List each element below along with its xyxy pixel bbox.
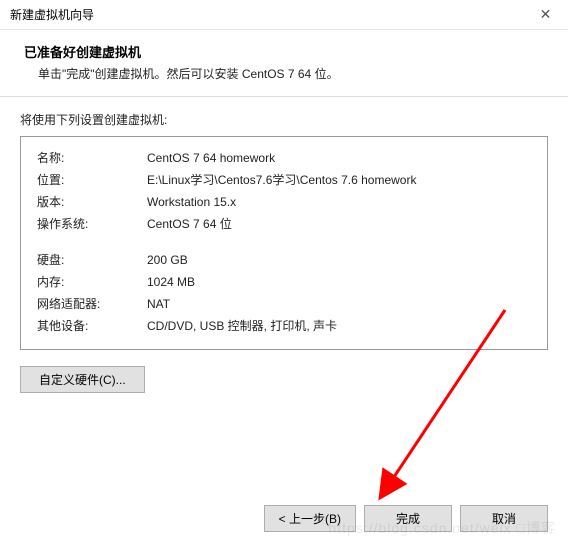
summary-label: 硬盘: xyxy=(37,249,147,271)
summary-value: 1024 MB xyxy=(147,271,531,293)
summary-box: 名称: CentOS 7 64 homework 位置: E:\Linux学习\… xyxy=(20,136,548,350)
wizard-body: 将使用下列设置创建虚拟机: 名称: CentOS 7 64 homework 位… xyxy=(0,97,568,403)
wizard-header: 已准备好创建虚拟机 单击"完成"创建虚拟机。然后可以安装 CentOS 7 64… xyxy=(0,30,568,97)
wizard-footer: < 上一步(B) 完成 取消 xyxy=(0,491,568,546)
summary-label: 名称: xyxy=(37,147,147,169)
back-button[interactable]: < 上一步(B) xyxy=(264,505,356,532)
customize-hardware-button[interactable]: 自定义硬件(C)... xyxy=(20,366,145,393)
section-label: 将使用下列设置创建虚拟机: xyxy=(20,111,548,128)
summary-row: 位置: E:\Linux学习\Centos7.6学习\Centos 7.6 ho… xyxy=(37,169,531,191)
summary-value: Workstation 15.x xyxy=(147,191,531,213)
summary-row: 内存: 1024 MB xyxy=(37,271,531,293)
header-title: 已准备好创建虚拟机 xyxy=(24,42,544,61)
summary-value: 200 GB xyxy=(147,249,531,271)
summary-value: E:\Linux学习\Centos7.6学习\Centos 7.6 homewo… xyxy=(147,169,531,191)
summary-value: CD/DVD, USB 控制器, 打印机, 声卡 xyxy=(147,315,531,337)
summary-value: CentOS 7 64 位 xyxy=(147,213,531,235)
header-subtitle: 单击"完成"创建虚拟机。然后可以安装 CentOS 7 64 位。 xyxy=(24,65,544,82)
summary-row: 硬盘: 200 GB xyxy=(37,249,531,271)
summary-row: 网络适配器: NAT xyxy=(37,293,531,315)
summary-row: 其他设备: CD/DVD, USB 控制器, 打印机, 声卡 xyxy=(37,315,531,337)
summary-row: 版本: Workstation 15.x xyxy=(37,191,531,213)
summary-label: 内存: xyxy=(37,271,147,293)
summary-label: 其他设备: xyxy=(37,315,147,337)
close-icon: ✕ xyxy=(540,6,552,23)
summary-label: 操作系统: xyxy=(37,213,147,235)
summary-label: 位置: xyxy=(37,169,147,191)
summary-label: 版本: xyxy=(37,191,147,213)
summary-value: NAT xyxy=(147,293,531,315)
cancel-button[interactable]: 取消 xyxy=(460,505,548,532)
summary-row: 名称: CentOS 7 64 homework xyxy=(37,147,531,169)
summary-value: CentOS 7 64 homework xyxy=(147,147,531,169)
summary-row: 操作系统: CentOS 7 64 位 xyxy=(37,213,531,235)
window-title: 新建虚拟机向导 xyxy=(10,6,94,23)
titlebar: 新建虚拟机向导 ✕ xyxy=(0,0,568,30)
close-button[interactable]: ✕ xyxy=(523,0,568,30)
finish-button[interactable]: 完成 xyxy=(364,505,452,532)
summary-label: 网络适配器: xyxy=(37,293,147,315)
